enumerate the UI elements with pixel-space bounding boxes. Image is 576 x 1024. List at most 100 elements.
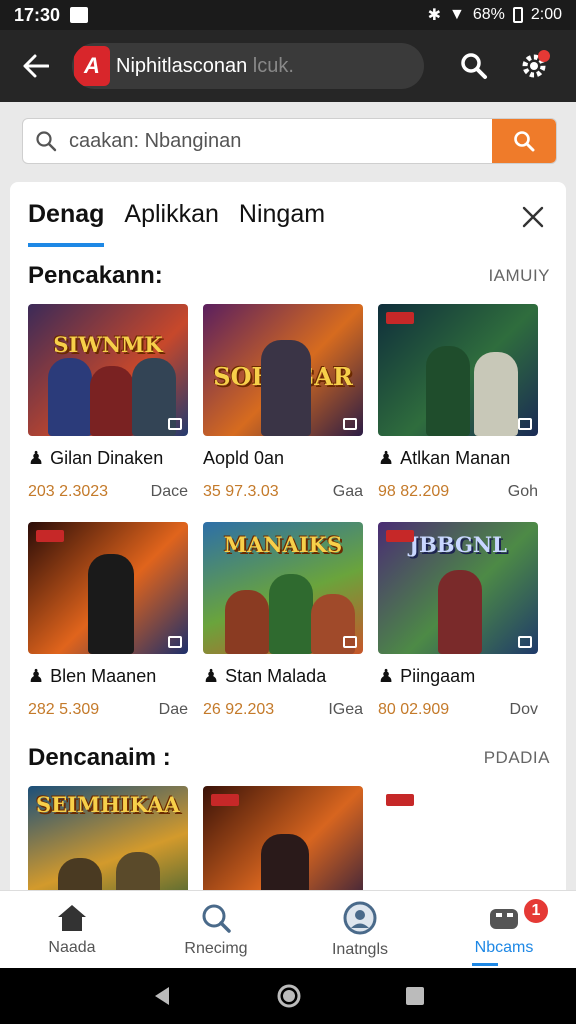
game-name-text: Aopld 0an [203,448,285,468]
game-stat: 203 2.3023 [28,483,109,500]
app-title-pill[interactable]: A Niphitlasconan lcuk. [72,43,424,89]
battery-icon [512,7,523,23]
hero-figure [261,340,311,436]
person-icon: ♟ [28,666,45,686]
nav-search[interactable]: Rnecimg [144,891,288,968]
game-grid-row-3: SEIMHIKAA [28,786,538,902]
search-icon [461,53,487,79]
system-back-icon[interactable] [151,985,173,1007]
app-title-text: Niphitlasconan [116,54,248,77]
badge-tag [386,794,414,806]
game-thumbnail[interactable]: JBBGNL [378,522,538,654]
game-name: ♟ Piingaam [378,666,538,687]
nav-games[interactable]: Nbcams 1 [432,891,576,968]
thumb-title: SEIMHIKAA [36,792,180,817]
wifi-icon: ▼ [448,6,465,23]
nav-profile[interactable]: Inatngls [288,891,432,968]
section-link-2[interactable]: PDADIA [484,748,550,768]
search-icon [202,904,231,933]
nav-label: Nbcams [474,938,534,956]
game-thumbnail[interactable]: SOBNGAR [203,304,363,436]
app-bar: A Niphitlasconan lcuk. [0,30,576,102]
game-stat: 26 92.203 [203,701,275,718]
play-tag-icon [343,418,357,430]
game-thumbnail[interactable] [378,786,538,902]
game-name-text: Blen Maanen [50,666,157,686]
active-indicator [472,963,498,966]
settings-button[interactable] [512,44,556,88]
game-thumbnail[interactable] [203,786,363,902]
game-name: ♟ Atlkan Manan [378,448,538,469]
nav-label: Rnecimg [184,939,248,957]
game-card[interactable]: SIWNMK ♟ Gilan Dinaken 203 2.3023 Dace [28,304,188,501]
game-card[interactable] [203,786,363,902]
game-card[interactable]: ♟ Blen Maanen 282 5.309 Dae [28,522,188,719]
content-card: Denag Aplikkan Ningam Pencakann: IAMUIY … [10,182,566,902]
search-bar [22,118,557,164]
nav-home[interactable]: Naada [0,891,144,968]
badge-tag [386,530,414,542]
search-submit-button[interactable] [492,119,556,163]
back-button[interactable] [14,44,58,88]
game-meta: 282 5.309 Dae [28,701,188,719]
status-bar: 17:30 ✱ ▼ 68% 2:00 [0,0,576,30]
hero-figure [90,366,134,436]
game-name: ♟ Blen Maanen [28,666,188,687]
hero-figure [88,554,134,654]
game-name: ♟ Stan Malada [203,666,363,687]
hero-figure [474,352,518,436]
game-tag: Dov [509,701,538,718]
battery-percent: 68% [472,6,505,23]
person-icon: ♟ [203,666,220,686]
tab-aplikkan[interactable]: Aplikkan [124,200,219,247]
game-thumbnail[interactable]: SEIMHIKAA [28,786,188,902]
game-card[interactable]: MANAIKS ♟ Stan Malada 26 92.203 IGea [203,522,363,719]
game-card[interactable]: SOBNGAR Aopld 0an 35 97.3.03 Gaa [203,304,363,501]
game-card[interactable]: SEIMHIKAA [28,786,188,902]
badge-tag [36,530,64,542]
thumb-title: SIWNMK [53,332,163,357]
person-icon: ♟ [378,448,395,468]
tab-denag[interactable]: Denag [28,200,105,247]
game-thumbnail[interactable] [378,304,538,436]
bottom-nav: Naada Rnecimg Inatngls Nbcams 1 [0,890,576,968]
close-icon [522,206,544,228]
app-title-suffix: lcuk. [252,54,294,77]
app-title: Niphitlasconan lcuk. [116,55,294,78]
section-link-1[interactable]: IAMUIY [488,266,550,286]
play-tag-icon [518,636,532,648]
play-tag-icon [343,636,357,648]
game-card[interactable]: JBBGNL ♟ Piingaam 80 02.909 Dov [378,522,538,719]
game-thumbnail[interactable] [28,522,188,654]
person-icon: ♟ [28,448,45,468]
game-card[interactable]: ♟ Atlkan Manan 98 82.209 Goh [378,304,538,501]
play-tag-icon [168,418,182,430]
game-stat: 282 5.309 [28,701,100,718]
game-tag: Dae [158,701,188,718]
game-tag: Gaa [332,483,363,500]
game-grid-row-2: ♟ Blen Maanen 282 5.309 Dae MANAIKS ♟ Stan … [28,522,538,719]
system-home-icon[interactable] [276,983,302,1009]
bluetooth-icon: ✱ [427,7,441,24]
system-recents-icon[interactable] [405,986,425,1006]
close-button[interactable] [514,198,552,236]
section-title-1: Pencakann: [28,262,163,289]
hero-figure [269,574,313,654]
back-arrow-icon [23,54,49,78]
game-meta: 35 97.3.03 Gaa [203,483,363,501]
game-name-text: Gilan Dinaken [50,448,164,468]
game-card[interactable] [378,786,538,902]
game-name-text: Piingaam [400,666,476,686]
game-stat: 35 97.3.03 [203,483,279,500]
section-title-2: Dencanaim : [28,744,171,771]
tab-ningam[interactable]: Ningam [239,200,325,247]
game-meta: 80 02.909 Dov [378,701,538,719]
game-thumbnail[interactable]: MANAIKS [203,522,363,654]
nav-label: Naada [48,938,96,956]
search-input[interactable] [69,129,492,153]
gamepad-icon [490,908,518,929]
search-button[interactable] [452,44,496,88]
game-thumbnail[interactable]: SIWNMK [28,304,188,436]
badge-tag [211,794,239,806]
game-name: Aopld 0an [203,448,363,469]
